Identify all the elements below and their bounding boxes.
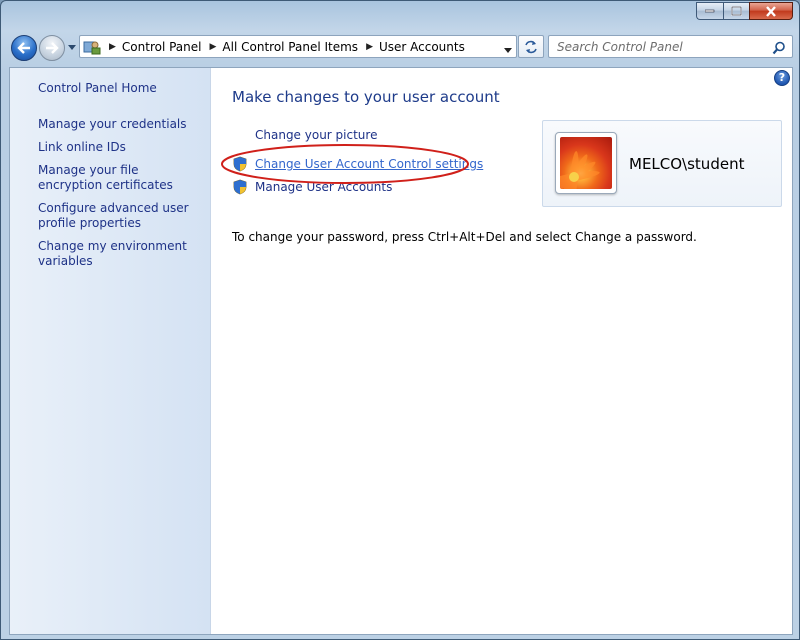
change-picture-link[interactable]: Change your picture: [255, 128, 377, 142]
content-area: Control Panel Home Manage your credentia…: [9, 67, 793, 635]
sidebar-item-environment-variables[interactable]: Change my environment variables: [38, 239, 203, 269]
address-bar[interactable]: ▶ Control Panel ▶ All Control Panel Item…: [79, 35, 517, 58]
refresh-button[interactable]: [518, 35, 544, 58]
navigation-bar: ▶ Control Panel ▶ All Control Panel Item…: [1, 31, 799, 63]
control-panel-icon: [83, 39, 101, 55]
help-button[interactable]: ?: [774, 70, 790, 86]
maximize-icon: [731, 6, 742, 16]
manage-user-accounts-link[interactable]: Manage User Accounts: [255, 180, 392, 194]
uac-shield-icon: [232, 156, 248, 172]
breadcrumb-separator[interactable]: ▶: [109, 42, 116, 52]
refresh-icon: [525, 40, 537, 53]
forward-arrow-icon: [46, 42, 59, 54]
recent-pages-button[interactable]: [67, 43, 77, 53]
sidebar-item-advanced-profile-properties[interactable]: Configure advanced user profile properti…: [38, 201, 203, 231]
breadcrumb-control-panel[interactable]: Control Panel: [122, 40, 202, 54]
chevron-down-icon: [504, 48, 512, 53]
minimize-button[interactable]: [696, 2, 723, 20]
close-icon: [766, 5, 776, 17]
breadcrumb-all-items[interactable]: All Control Panel Items: [222, 40, 358, 54]
sidebar: Control Panel Home Manage your credentia…: [10, 68, 211, 634]
account-name: MELCO\student: [629, 155, 745, 173]
sidebar-item-link-online-ids[interactable]: Link online IDs: [38, 140, 203, 155]
chevron-down-icon: [68, 45, 76, 50]
sidebar-item-manage-credentials[interactable]: Manage your credentials: [38, 117, 203, 132]
flower-picture-icon: [560, 137, 612, 189]
address-history-button[interactable]: [504, 43, 512, 57]
back-arrow-icon: [17, 42, 30, 54]
maximize-button[interactable]: [723, 2, 749, 20]
back-button[interactable]: [11, 35, 37, 61]
account-card: MELCO\student: [542, 120, 782, 207]
minimize-icon: [705, 9, 715, 13]
sidebar-item-file-encryption-certificates[interactable]: Manage your file encryption certificates: [38, 163, 203, 193]
avatar[interactable]: [555, 132, 617, 194]
sidebar-item-control-panel-home[interactable]: Control Panel Home: [38, 81, 203, 96]
uac-shield-icon: [232, 179, 248, 195]
close-button[interactable]: [749, 2, 793, 20]
page-title: Make changes to your user account: [232, 88, 500, 106]
caption-buttons: [696, 2, 793, 20]
search-input[interactable]: [557, 39, 767, 54]
search-box: [548, 35, 793, 58]
change-uac-settings-link[interactable]: Change User Account Control settings: [255, 157, 483, 171]
breadcrumb-separator[interactable]: ▶: [366, 42, 373, 52]
breadcrumb-user-accounts[interactable]: User Accounts: [379, 40, 465, 54]
breadcrumb-separator[interactable]: ▶: [210, 42, 217, 52]
explorer-window: ▶ Control Panel ▶ All Control Panel Item…: [0, 0, 800, 640]
search-icon[interactable]: [772, 40, 786, 59]
password-instructions: To change your password, press Ctrl+Alt+…: [232, 230, 697, 244]
forward-button[interactable]: [39, 35, 65, 61]
